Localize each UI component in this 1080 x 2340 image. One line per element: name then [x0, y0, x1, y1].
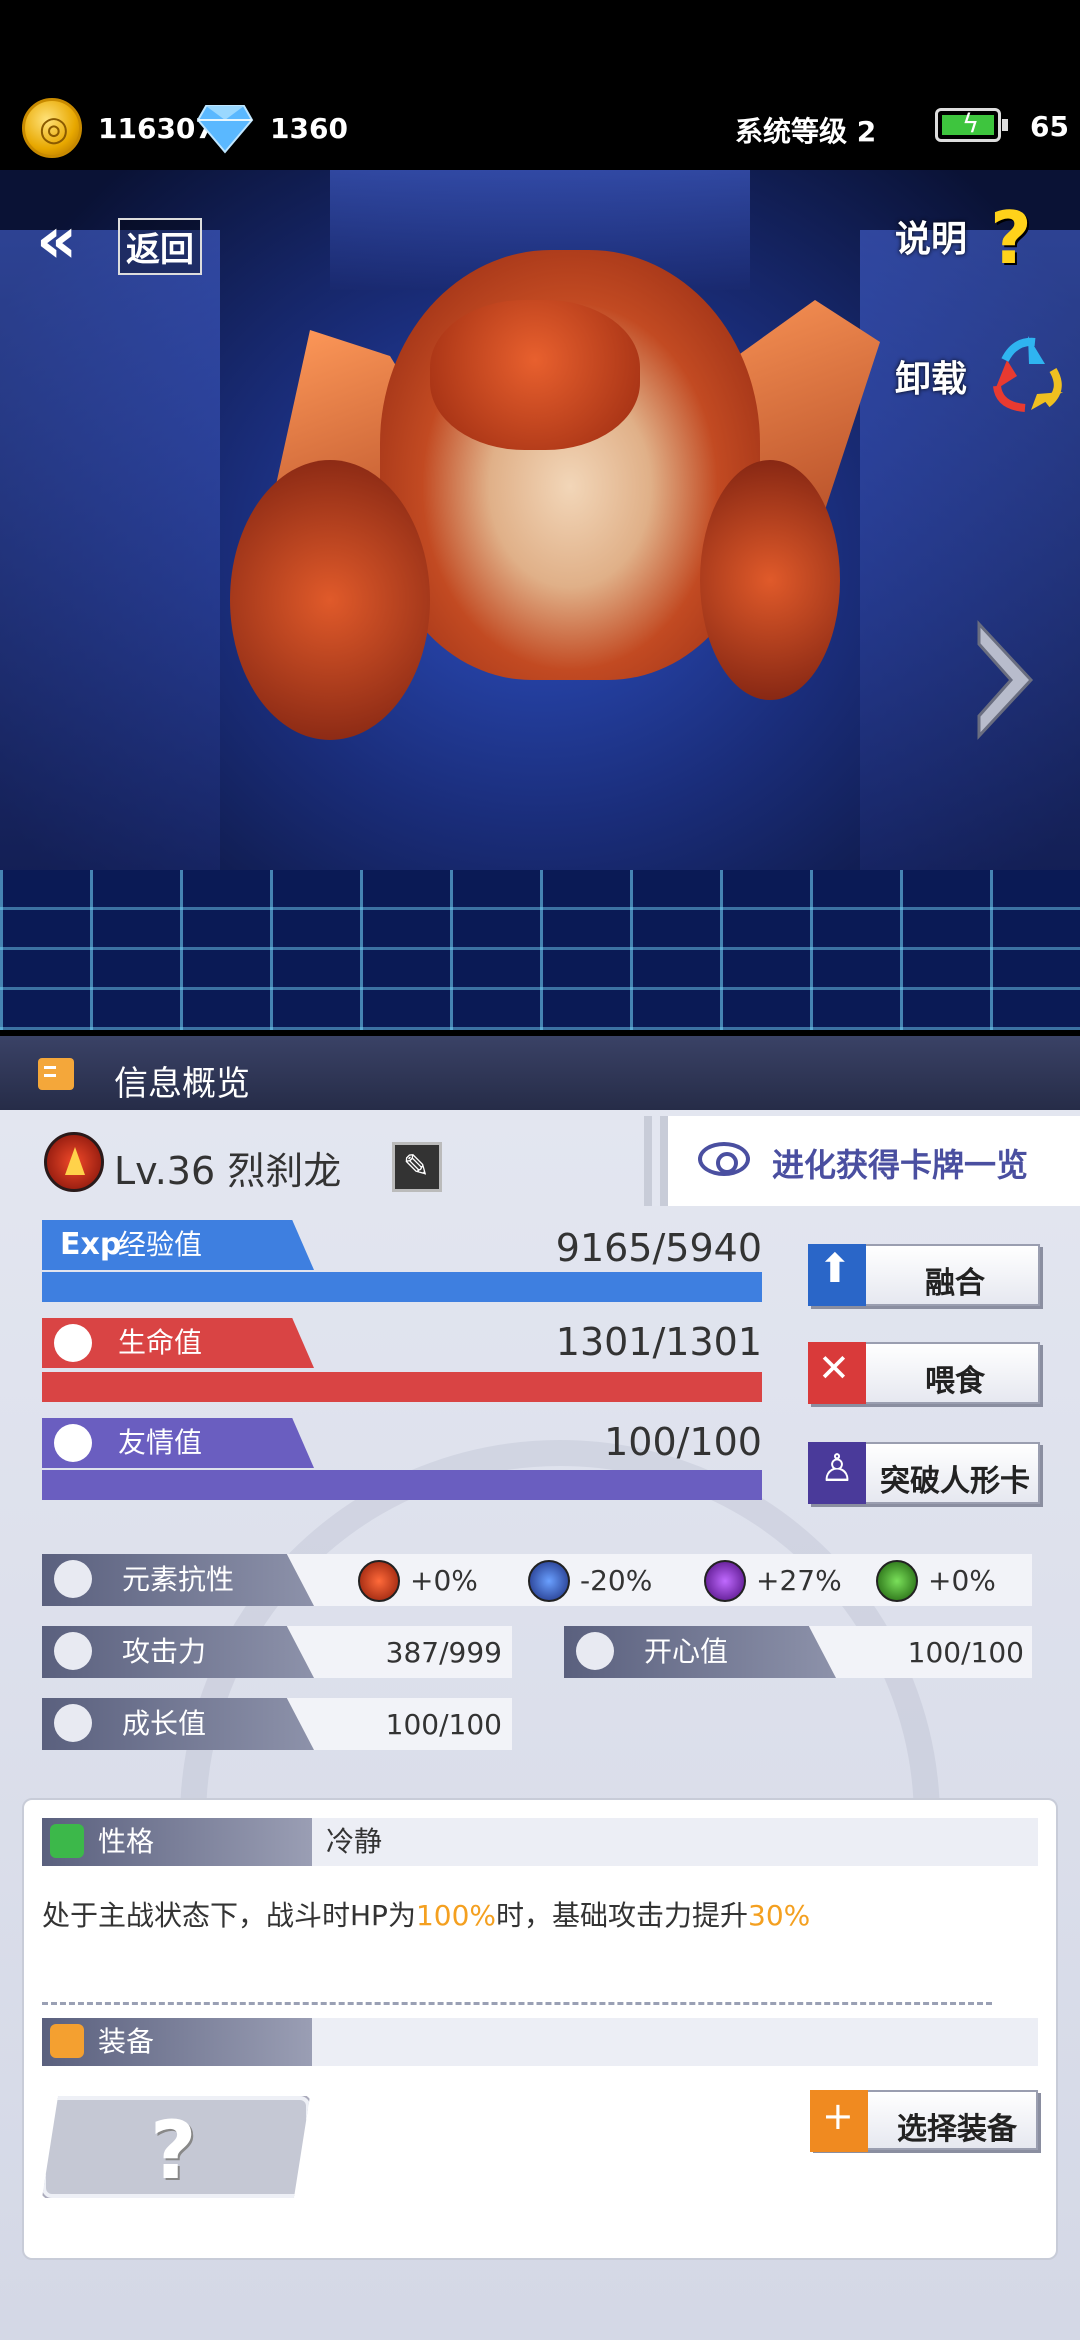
system-level: 系统等级 2 [735, 115, 877, 148]
breakthrough-button[interactable]: ♙ 突破人形卡 [808, 1442, 1040, 1504]
nature-element-icon [876, 1560, 918, 1602]
blood-drop-icon [54, 1324, 92, 1362]
monster-arm-left [230, 460, 430, 740]
growth-tag: 成长值 [42, 1698, 314, 1750]
equipment-slot[interactable]: ? [42, 2096, 310, 2198]
diamond-icon [196, 105, 254, 154]
pencil-icon: ✎ [403, 1147, 430, 1185]
trait-value: 冷静 [310, 1818, 1038, 1866]
energy-amount: 65 [1030, 110, 1069, 143]
rename-button[interactable]: ✎ [392, 1142, 442, 1192]
pet-name: Lv.36 烈刹龙 [114, 1149, 342, 1193]
monster-arm-right [700, 460, 840, 700]
battery-icon: ϟ [935, 108, 1008, 142]
thunder-element-icon [704, 1560, 746, 1602]
exp-bar [42, 1272, 762, 1302]
exp-tag: Exp 经验值 [42, 1220, 314, 1270]
leaf-icon [54, 1704, 92, 1742]
attack-label: 攻击力 [122, 1635, 207, 1668]
exp-value: 9165/5940 [555, 1226, 762, 1270]
growth-value: 100/100 [385, 1708, 502, 1741]
friendship-label: 友情值 [118, 1426, 203, 1459]
fire-element-icon [358, 1560, 400, 1602]
happiness-tag: 开心值 [564, 1626, 836, 1678]
person-icon: ♙ [808, 1442, 866, 1504]
coin-icon: ◎ [22, 98, 82, 158]
fork-knife-icon: ✕ [808, 1342, 866, 1404]
divider [42, 2002, 992, 2005]
select-equipment-button[interactable]: + 选择装备 [810, 2090, 1038, 2152]
exp-label: 经验值 [118, 1228, 203, 1261]
water-drop-icon [54, 1560, 92, 1598]
happiness-value: 100/100 [907, 1636, 1024, 1669]
question-mark-icon[interactable]: ? [990, 196, 1032, 280]
trait-tag: 性格 [42, 1818, 312, 1866]
monster-head [430, 300, 640, 450]
sword-icon [54, 1632, 92, 1670]
resistance-tag: 元素抗性 [42, 1554, 314, 1606]
evolution-cards-button[interactable]: 进化获得卡牌一览 [660, 1116, 1080, 1206]
feed-button[interactable]: ✕ 喂食 [808, 1342, 1040, 1404]
trait-description: 处于主战状态下，战斗时HP为100%时，基础攻击力提升30% [42, 1899, 811, 1932]
eye-icon [698, 1142, 750, 1176]
friendship-value: 100/100 [604, 1420, 762, 1464]
thunder-resistance: +27% [756, 1564, 842, 1597]
exp-icon: Exp [60, 1227, 122, 1262]
fire-resistance: +0% [410, 1564, 478, 1597]
back-button[interactable]: 返回 [118, 218, 202, 275]
friendship-bar [42, 1470, 762, 1500]
growth-label: 成长值 [122, 1707, 207, 1740]
happiness-label: 开心值 [644, 1635, 729, 1668]
water-resistance: -20% [580, 1564, 653, 1597]
hp-tag: 生命值 [42, 1318, 314, 1368]
smiley-icon [576, 1632, 614, 1670]
add-equipment-icon: + [810, 2090, 868, 2152]
friendship-tag: 友情值 [42, 1418, 314, 1468]
hearts-icon [54, 1424, 92, 1462]
question-mark-icon: ? [150, 2104, 197, 2197]
fire-element-icon [44, 1132, 104, 1192]
nature-resistance: +0% [928, 1564, 996, 1597]
flame-icon [50, 1824, 84, 1858]
uninstall-label[interactable]: 卸载 [895, 350, 967, 402]
gem-amount: 1360 [270, 112, 348, 145]
equipment-tag: 装备 [42, 2018, 312, 2066]
hp-bar [42, 1372, 762, 1402]
equipment-icon [50, 2024, 84, 2058]
equipment-label: 装备 [98, 2025, 155, 2058]
hp-label: 生命值 [118, 1326, 203, 1359]
level-up-icon: ⬆ [808, 1244, 866, 1306]
info-title: 信息概览 [114, 1064, 250, 1104]
resistance-label: 元素抗性 [122, 1563, 235, 1596]
attack-tag: 攻击力 [42, 1626, 314, 1678]
equipment-value-bg [310, 2018, 1038, 2066]
next-monster-arrow-icon[interactable] [975, 620, 1035, 740]
profile-card-icon [38, 1058, 74, 1090]
water-element-icon [528, 1560, 570, 1602]
attack-value: 387/999 [385, 1636, 502, 1669]
fuse-button[interactable]: ⬆ 融合 [808, 1244, 1040, 1306]
back-chevron-icon[interactable]: « [36, 209, 116, 273]
recycle-icon[interactable] [985, 330, 1071, 416]
hp-value: 1301/1301 [555, 1320, 762, 1364]
help-label[interactable]: 说明 [895, 210, 967, 262]
trait-label: 性格 [98, 1825, 155, 1858]
